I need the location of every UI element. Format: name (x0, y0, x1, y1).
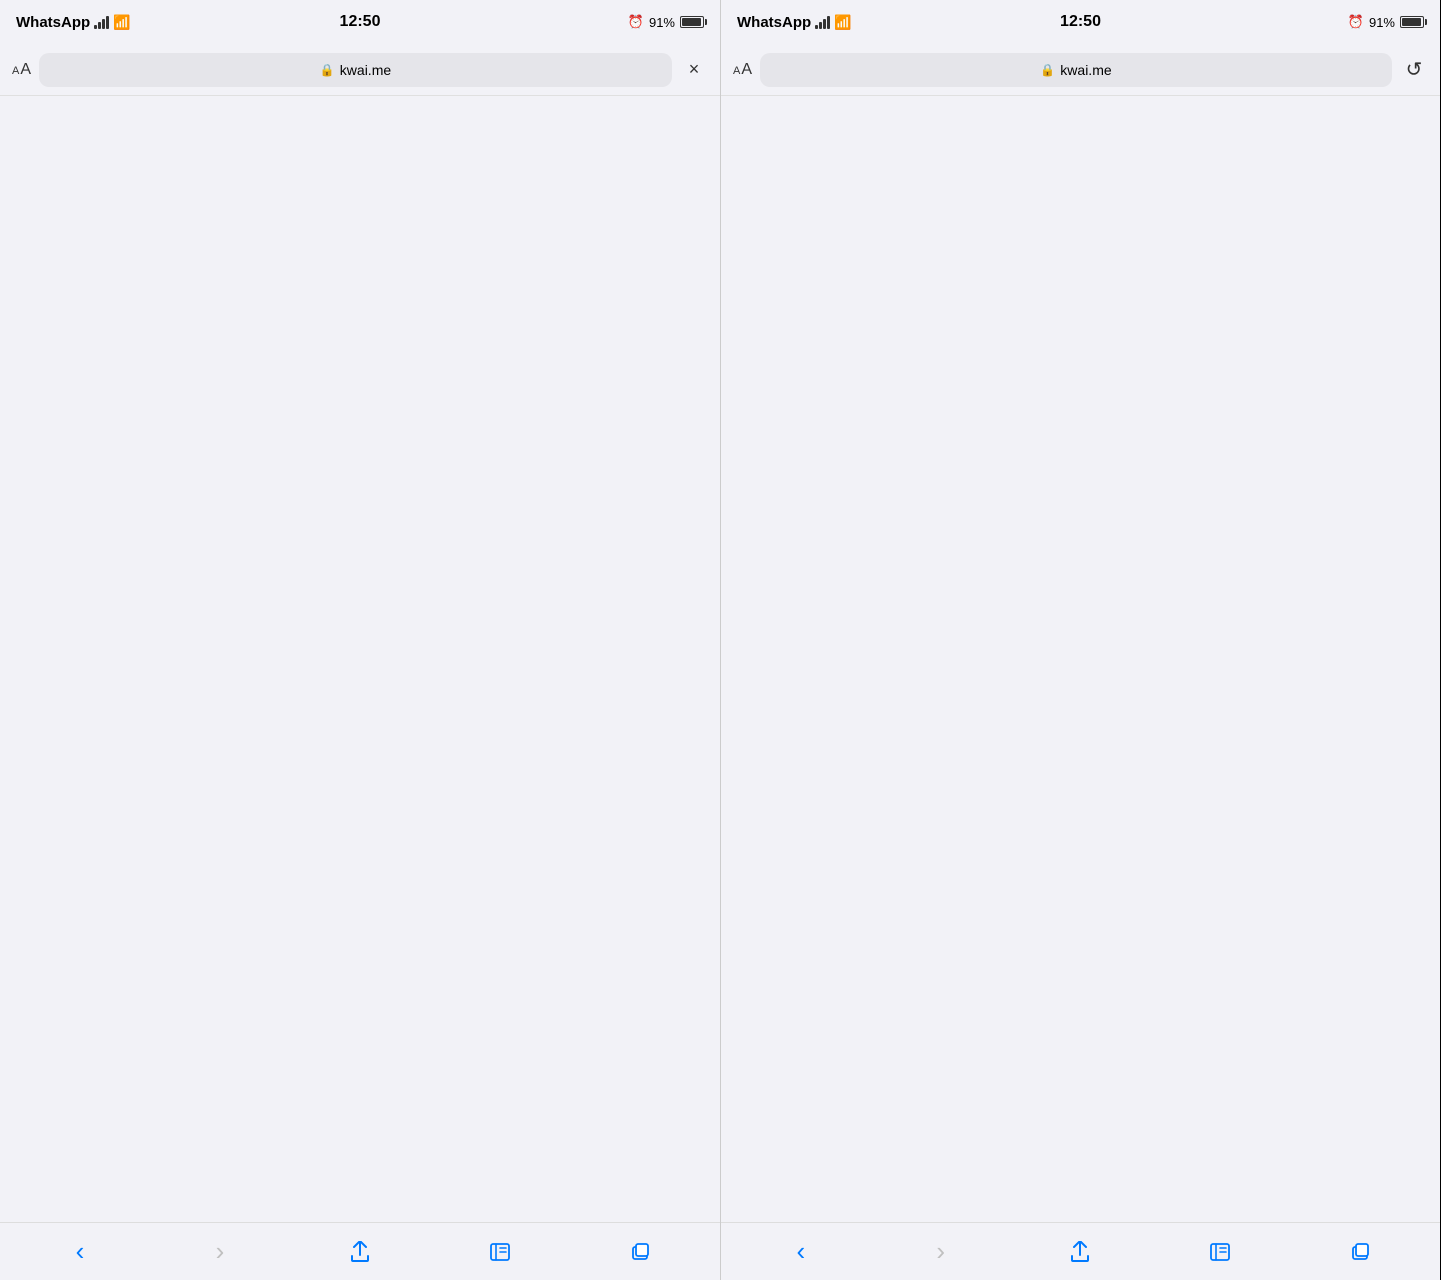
safari-bottom-left: ‹ › (0, 1222, 720, 1280)
back-button-left[interactable]: ‹ (58, 1230, 102, 1274)
forward-button-left[interactable]: › (198, 1230, 242, 1274)
app-name-left: WhatsApp (16, 14, 90, 31)
battery-text-left: 91% (649, 15, 675, 30)
wifi-icon-left: 📶 (113, 14, 130, 31)
status-left-left: WhatsApp 📶 (16, 14, 131, 31)
battery-icon-left (680, 16, 704, 28)
lock-icon-right: 🔒 (1040, 63, 1055, 77)
tabs-button-left[interactable] (618, 1230, 662, 1274)
safari-bottom-right: ‹ › (721, 1222, 1440, 1280)
back-button-right[interactable]: ‹ (779, 1230, 823, 1274)
signal-icon-right (815, 16, 830, 29)
browser-bar-left[interactable]: A A 🔒 kwai.me × (0, 44, 720, 96)
status-bar-right: WhatsApp 📶 12:50 ⏰ 91% (721, 0, 1440, 44)
status-left-right: WhatsApp 📶 (737, 14, 852, 31)
share-button-right[interactable] (1058, 1230, 1102, 1274)
reload-button-right[interactable]: ↺ (1400, 56, 1428, 84)
books-button-left[interactable] (478, 1230, 522, 1274)
share-button-left[interactable] (338, 1230, 382, 1274)
browser-bar-right[interactable]: A A 🔒 kwai.me ↺ (721, 44, 1440, 96)
time-right: 12:50 (1060, 13, 1101, 31)
books-button-right[interactable] (1198, 1230, 1242, 1274)
status-right-right: ⏰ 91% (1348, 14, 1424, 30)
time-left: 12:50 (340, 13, 381, 31)
url-bar-right[interactable]: 🔒 kwai.me (760, 53, 1392, 87)
left-phone-panel: WhatsApp 📶 12:50 ⏰ 91% A A 🔒 kwai.me × (0, 0, 720, 1280)
url-text-right: kwai.me (1060, 62, 1111, 78)
aa-button-right[interactable]: A A (733, 61, 752, 79)
right-phone-panel: WhatsApp 📶 12:50 ⏰ 91% A A 🔒 kwai.me ↺ (720, 0, 1440, 1280)
alarm-icon-right: ⏰ (1348, 14, 1364, 30)
battery-icon-right (1400, 16, 1424, 28)
status-bar-left: WhatsApp 📶 12:50 ⏰ 91% (0, 0, 720, 44)
url-text-left: kwai.me (340, 62, 391, 78)
wifi-icon-right: 📶 (834, 14, 851, 31)
app-name-right: WhatsApp (737, 14, 811, 31)
tabs-button-right[interactable] (1338, 1230, 1382, 1274)
battery-text-right: 91% (1369, 15, 1395, 30)
close-button-left[interactable]: × (680, 56, 708, 84)
lock-icon-left: 🔒 (320, 63, 335, 77)
signal-icon-left (94, 16, 109, 29)
aa-button-left[interactable]: A A (12, 61, 31, 79)
forward-button-right[interactable]: › (919, 1230, 963, 1274)
status-right-left: ⏰ 91% (628, 14, 704, 30)
alarm-icon-left: ⏰ (628, 14, 644, 30)
url-bar-left[interactable]: 🔒 kwai.me (39, 53, 672, 87)
